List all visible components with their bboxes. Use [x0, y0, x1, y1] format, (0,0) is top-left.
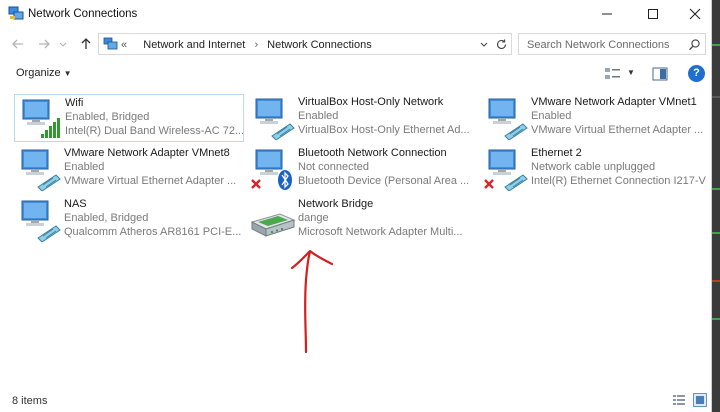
bluetooth-adapter-icon	[251, 149, 292, 190]
connection-name: VirtualBox Host-Only Network	[298, 96, 444, 108]
network-connections-app-icon	[8, 6, 24, 20]
connection-wifi[interactable]: Wifi Enabled, Bridged Intel(R) Dual Band…	[14, 94, 244, 142]
connection-name: NAS	[64, 198, 87, 210]
connection-device: VMware Virtual Ethernet Adapter ...	[531, 124, 704, 136]
view-options-chevron-down-icon[interactable]: ▼	[627, 68, 635, 77]
connection-device: VirtualBox Host-Only Ethernet Ad...	[298, 124, 470, 136]
breadcrumb-network-and-internet[interactable]: Network and Internet	[143, 39, 245, 51]
connection-name: Ethernet 2	[531, 147, 582, 159]
address-row: « Network and Internet › Network Connect…	[0, 30, 712, 58]
large-icons-view-icon[interactable]	[693, 393, 707, 407]
search-input[interactable]	[527, 37, 685, 52]
ethernet-adapter-icon	[255, 98, 295, 140]
details-view-icon[interactable]	[672, 393, 686, 407]
up-arrow-icon	[81, 38, 91, 49]
change-view-icon[interactable]	[604, 66, 622, 82]
connection-name: Bluetooth Network Connection	[298, 147, 447, 159]
organize-label: Organize	[16, 67, 61, 79]
background-mark	[712, 318, 720, 320]
background-mark	[712, 280, 720, 282]
breadcrumb-separator-icon: ›	[254, 39, 259, 51]
breadcrumb-network-connections[interactable]: Network Connections	[267, 39, 372, 51]
connection-status: Enabled, Bridged	[65, 111, 150, 123]
preview-pane-icon[interactable]	[652, 67, 668, 81]
close-button[interactable]	[672, 0, 712, 28]
background-window-edge	[712, 0, 720, 412]
ethernet-adapter-icon	[21, 200, 61, 242]
organize-button[interactable]: Organize ▼	[16, 67, 72, 79]
connection-virtualbox-host-only[interactable]: VirtualBox Host-Only Network Enabled Vir…	[248, 94, 478, 142]
network-bridge-icon	[250, 213, 296, 237]
minimize-button[interactable]	[584, 0, 630, 28]
background-mark	[712, 232, 720, 234]
background-mark	[712, 44, 720, 46]
forward-arrow-icon	[39, 39, 50, 49]
connection-device: Qualcomm Atheros AR8161 PCI-E...	[64, 226, 242, 238]
connection-device: Bluetooth Device (Personal Area ...	[298, 175, 470, 187]
connection-name: VMware Network Adapter VMnet1	[531, 96, 697, 108]
connection-name: Wifi	[65, 97, 84, 109]
connection-device: VMware Virtual Ethernet Adapter ...	[64, 175, 237, 187]
background-mark	[712, 96, 720, 98]
connection-status: dange	[298, 212, 329, 224]
address-history-chevron-icon[interactable]	[479, 40, 489, 50]
connection-name: Network Bridge	[298, 198, 374, 210]
breadcrumb: « Network and Internet › Network Connect…	[121, 39, 372, 51]
connection-nas[interactable]: NAS Enabled, Bridged Qualcomm Atheros AR…	[14, 196, 244, 244]
ethernet-disconnected-icon	[484, 149, 528, 191]
connection-vmware-vmnet8[interactable]: VMware Network Adapter VMnet8 Enabled VM…	[14, 145, 244, 193]
background-mark	[712, 188, 720, 190]
maximize-icon	[648, 9, 658, 19]
up-button[interactable]	[78, 36, 94, 52]
connection-device: Intel(R) Ethernet Connection I217-V	[531, 175, 706, 187]
connection-status: Not connected	[298, 161, 369, 173]
connection-ethernet-2[interactable]: Ethernet 2 Network cable unplugged Intel…	[481, 145, 711, 193]
item-count: 8 items	[12, 395, 48, 407]
chevron-down-icon	[59, 42, 67, 47]
address-bar[interactable]: « Network and Internet › Network Connect…	[98, 33, 512, 55]
back-arrow-icon	[12, 39, 23, 49]
connection-status: Enabled	[298, 110, 339, 122]
annotation-arrow-icon	[290, 249, 334, 354]
search-icon[interactable]	[688, 38, 701, 51]
search-box	[518, 33, 706, 55]
status-bar: 8 items	[0, 388, 712, 412]
connection-device: Intel(R) Dual Band Wireless-AC 72...	[65, 125, 245, 137]
title-bar: Network Connections	[0, 0, 712, 28]
refresh-icon[interactable]	[495, 38, 508, 51]
connection-vmware-vmnet1[interactable]: VMware Network Adapter VMnet1 Enabled VM…	[481, 94, 711, 142]
connection-bluetooth[interactable]: Bluetooth Network Connection Not connect…	[248, 145, 478, 193]
close-icon	[689, 8, 701, 20]
forward-button[interactable]	[36, 36, 52, 52]
connection-status: Enabled	[531, 110, 572, 122]
ethernet-adapter-icon	[488, 98, 528, 140]
back-button[interactable]	[10, 36, 26, 52]
ethernet-adapter-icon	[21, 149, 61, 191]
recent-locations-button[interactable]	[58, 36, 68, 52]
minimize-icon	[602, 13, 612, 15]
maximize-button[interactable]	[630, 0, 676, 28]
window-title: Network Connections	[28, 8, 138, 20]
connection-status: Enabled	[64, 161, 105, 173]
organize-chevron-down-icon: ▼	[63, 69, 72, 78]
explorer-window: Network Connections « Network and Intern…	[0, 0, 712, 412]
help-button[interactable]: ?	[688, 65, 705, 82]
wifi-adapter-icon	[22, 99, 60, 138]
breadcrumb-overflow[interactable]: «	[121, 39, 127, 51]
connection-status: Enabled, Bridged	[64, 212, 149, 224]
network-folder-icon	[103, 37, 118, 50]
connection-network-bridge[interactable]: Network Bridge dange Microsoft Network A…	[248, 196, 478, 244]
connection-device: Microsoft Network Adapter Multi...	[298, 226, 463, 238]
command-bar: Organize ▼ ▼ ?	[0, 60, 712, 88]
connection-status: Network cable unplugged	[531, 161, 656, 173]
connection-name: VMware Network Adapter VMnet8	[64, 147, 230, 159]
